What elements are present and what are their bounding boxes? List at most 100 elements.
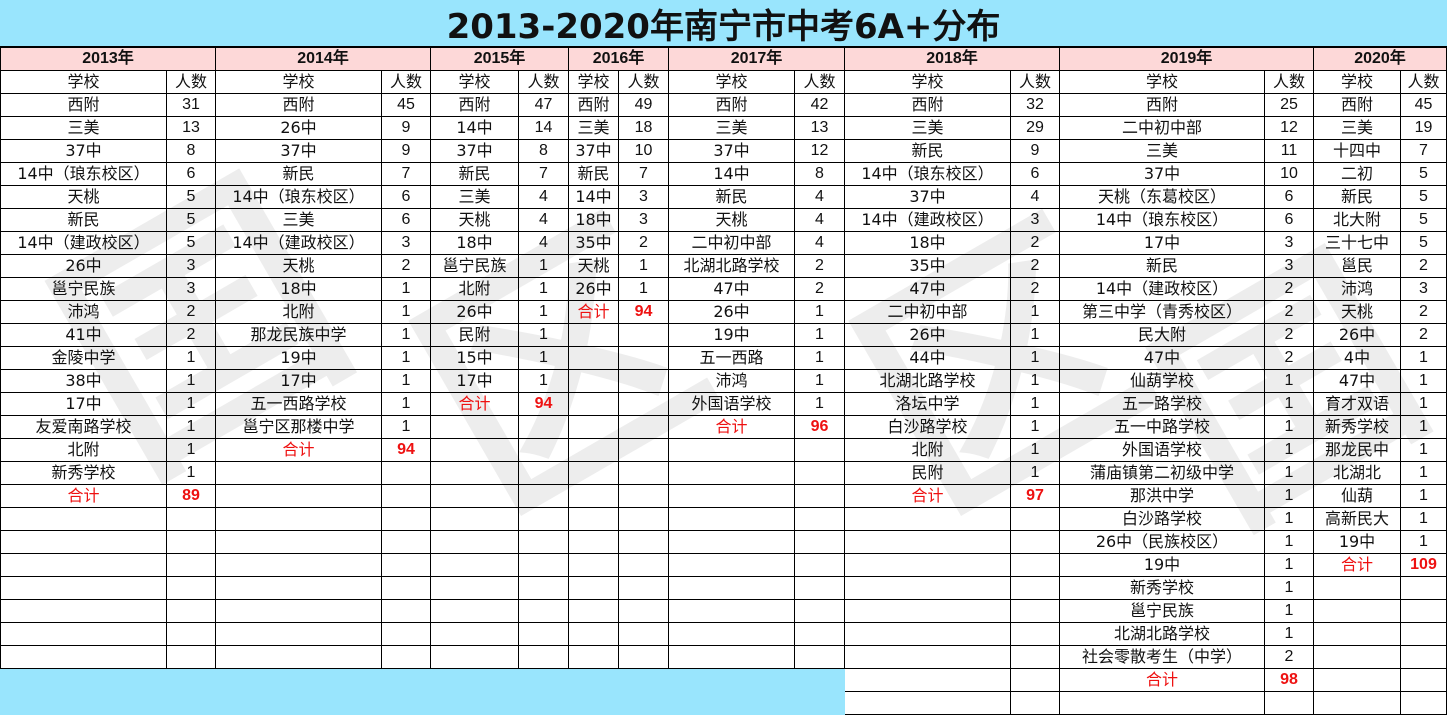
empty-cell (1010, 530, 1060, 554)
empty-cell (381, 530, 431, 554)
student-count: 2 (1264, 645, 1314, 669)
sheet-title: 2013-2020年南宁市中考6A+分布 (0, 0, 1447, 47)
student-count: 1 (381, 392, 431, 416)
school-name: 天桃 (668, 208, 795, 232)
year-header: 2013年 (0, 47, 216, 71)
school-name: 三十七中 (1313, 231, 1401, 255)
empty-cell (668, 484, 795, 508)
year-header: 2015年 (430, 47, 569, 71)
table-row: 38中 1 17中 1 17中 1 沛鸿 1 北湖北路学校 1 仙葫学校 1 47中 1 (0, 369, 1447, 393)
school-name: 友爱南路学校 (0, 415, 167, 439)
empty-cell (381, 484, 431, 508)
school-name: 三美 (430, 185, 519, 209)
school-name: 北大附 (1313, 208, 1401, 232)
school-name: 新民 (430, 162, 519, 186)
empty-cell (518, 507, 569, 531)
empty-cell (166, 622, 216, 646)
school-name: 19中 (215, 346, 382, 370)
empty-cell (1264, 691, 1314, 715)
table-row: 白沙路学校 1 高新民大 1 (0, 507, 1447, 531)
student-count: 8 (518, 139, 569, 163)
student-count: 5 (1400, 208, 1447, 232)
school-name: 47中 (844, 277, 1011, 301)
column-header-row: 学校 人数 学校 人数 学校 人数 学校 人数 学校 人数 学校 人数 学校 人数 学校 人数 (0, 70, 1447, 94)
school-name: 新民 (1313, 185, 1401, 209)
empty-cell (381, 599, 431, 623)
school-name: 二初 (1313, 162, 1401, 186)
distribution-table: 2013年 2014年 2015年 2016年 2017年 2018年 2019年 2020年… (0, 47, 1447, 715)
student-count: 45 (1400, 93, 1447, 117)
student-count: 1 (1010, 323, 1060, 347)
student-count: 1 (1264, 599, 1314, 623)
student-count: 4 (794, 185, 845, 209)
empty-cell (518, 530, 569, 554)
student-count: 42 (794, 93, 845, 117)
empty-cell (430, 645, 519, 669)
student-count: 1 (1400, 507, 1447, 531)
total-count: 98 (1264, 668, 1314, 692)
empty-cell (1313, 645, 1401, 669)
footer-band (430, 691, 519, 715)
table-row: 金陵中学 1 19中 1 15中 1 五一西路 1 44中 1 47中 2 4中 1 (0, 346, 1447, 370)
school-name: 北附 (215, 300, 382, 324)
school-name: 邕民 (1313, 254, 1401, 278)
year-header: 2020年 (1313, 47, 1447, 71)
school-name: 26中 (568, 277, 619, 301)
school-name: 17中 (215, 369, 382, 393)
school-name: 新秀学校 (1313, 415, 1401, 439)
student-count: 12 (1264, 116, 1314, 140)
empty-cell (568, 461, 619, 485)
empty-cell (381, 507, 431, 531)
empty-cell (794, 599, 845, 623)
school-name: 新民 (215, 162, 382, 186)
column-header-count: 人数 (381, 70, 431, 94)
school-name: 35中 (568, 231, 619, 255)
year-header: 2016年 (568, 47, 669, 71)
school-name: 18中 (568, 208, 619, 232)
empty-cell (568, 553, 619, 577)
table-row: 19中 1 合计 109 (0, 553, 1447, 577)
total-count: 96 (794, 415, 845, 439)
student-count: 3 (1010, 208, 1060, 232)
empty-cell (430, 576, 519, 600)
empty-cell (430, 599, 519, 623)
school-name: 新民 (844, 139, 1011, 163)
empty-cell (844, 576, 1011, 600)
school-name: 二中初中部 (668, 231, 795, 255)
school-name: 仙葫 (1313, 484, 1401, 508)
table-row: 沛鸿 2 北附 1 26中 1 合计 94 26中 1 二中初中部 1 第三中学（青秀校区） 2 天桃 2 (0, 300, 1447, 324)
empty-cell (518, 645, 569, 669)
student-count: 1 (381, 415, 431, 439)
table-row (0, 691, 1447, 715)
empty-cell (215, 645, 382, 669)
empty-cell (1313, 622, 1401, 646)
school-name: 二中初中部 (1059, 116, 1265, 140)
student-count: 1 (1264, 484, 1314, 508)
school-name: 二中初中部 (844, 300, 1011, 324)
empty-cell (844, 668, 1011, 692)
student-count: 1 (381, 323, 431, 347)
school-name: 西附 (1313, 93, 1401, 117)
empty-cell (618, 507, 669, 531)
school-name: 18中 (844, 231, 1011, 255)
school-name: 北湖北 (1313, 461, 1401, 485)
school-name: 44中 (844, 346, 1011, 370)
student-count: 1 (1264, 507, 1314, 531)
footer-band (668, 668, 795, 692)
empty-cell (568, 323, 619, 347)
empty-cell (1313, 599, 1401, 623)
student-count: 1 (518, 369, 569, 393)
total-label: 合计 (844, 484, 1011, 508)
student-count: 1 (166, 369, 216, 393)
empty-cell (381, 553, 431, 577)
empty-cell (668, 645, 795, 669)
empty-cell (0, 507, 167, 531)
school-name: 14中（建政校区） (844, 208, 1011, 232)
student-count: 1 (166, 415, 216, 439)
empty-cell (794, 438, 845, 462)
empty-cell (430, 553, 519, 577)
empty-cell (844, 622, 1011, 646)
student-count: 1 (794, 300, 845, 324)
school-name: 37中 (844, 185, 1011, 209)
empty-cell (215, 484, 382, 508)
